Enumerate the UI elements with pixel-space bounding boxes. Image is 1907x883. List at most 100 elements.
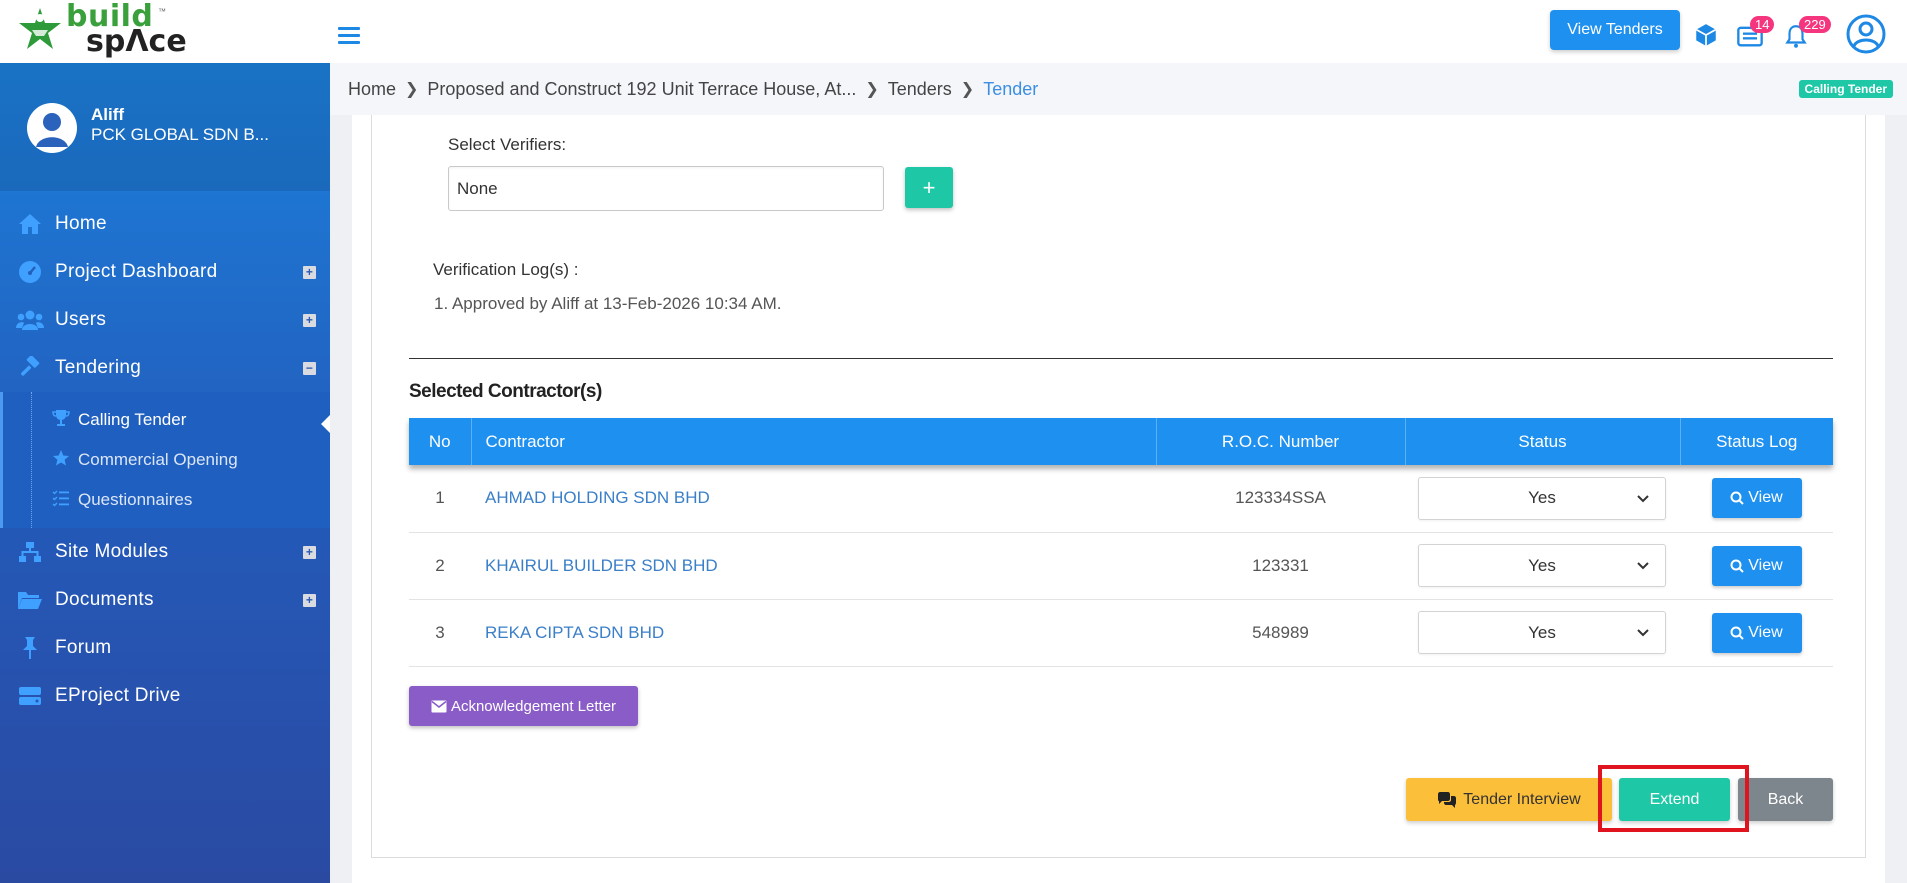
collapse-icon[interactable]: −: [303, 362, 316, 375]
add-verifier-button[interactable]: +: [905, 167, 953, 208]
column-header: R.O.C. Number: [1156, 418, 1406, 465]
table-header: No Contractor R.O.C. Number Status Statu…: [409, 418, 1833, 465]
sidebar-item-site-modules[interactable]: Site Modules +: [0, 528, 330, 576]
status-value: Yes: [1528, 622, 1556, 642]
roc-number: 548989: [1156, 599, 1405, 667]
sidebar-item-home[interactable]: Home: [0, 200, 330, 248]
user-company: PCK GLOBAL SDN B...: [91, 125, 269, 144]
search-icon: [1730, 626, 1745, 640]
messages-icon[interactable]: 14: [1736, 16, 1775, 50]
status-badge: Calling Tender: [1798, 80, 1893, 98]
back-button[interactable]: Back: [1738, 778, 1833, 821]
sidebar-item-label: Calling Tender: [78, 410, 187, 429]
status-select[interactable]: Yes: [1418, 611, 1666, 654]
expand-icon[interactable]: +: [303, 314, 316, 327]
button-label: View: [1748, 556, 1783, 574]
sidebar-item-forum[interactable]: Forum: [0, 624, 330, 672]
folder-icon: [16, 588, 44, 612]
sidebar: Aliff PCK GLOBAL SDN B... Home Project D…: [0, 63, 330, 883]
gavel-icon: [16, 356, 44, 380]
user-name: Aliff: [91, 105, 125, 124]
sidebar-item-label: Project Dashboard: [55, 261, 218, 282]
extend-button[interactable]: Extend: [1619, 778, 1730, 821]
contractor-link[interactable]: AHMAD HOLDING SDN BHD: [485, 488, 710, 507]
sidebar-item-documents[interactable]: Documents +: [0, 576, 330, 624]
status-select[interactable]: Yes: [1418, 476, 1666, 520]
divider: [409, 358, 1833, 359]
expand-icon[interactable]: +: [303, 546, 316, 559]
acknowledgement-letter-button[interactable]: Acknowledgement Letter: [409, 686, 638, 726]
chevron-right-icon: ❯: [865, 81, 879, 98]
view-status-log-button[interactable]: View: [1711, 478, 1802, 519]
contractor-link[interactable]: KHAIRUL BUILDER SDN BHD: [485, 556, 718, 575]
home-icon: [16, 212, 44, 236]
view-tenders-button[interactable]: View Tenders: [1550, 10, 1680, 50]
sidebar-item-eproject-drive[interactable]: EProject Drive: [0, 672, 330, 720]
roc-number: 123334SSA: [1156, 465, 1405, 533]
user-account-icon[interactable]: [1846, 14, 1886, 54]
verification-log-item: 1. Approved by Aliff at 13-Feb-2026 10:3…: [434, 294, 782, 313]
sidebar-item-tendering[interactable]: Tendering −: [0, 344, 330, 392]
sidebar-item-label: Tendering: [55, 357, 142, 378]
menu-toggle-icon[interactable]: [338, 27, 360, 45]
main-content: Select Verifiers: None + Verification Lo…: [352, 115, 1885, 883]
active-indicator: [321, 415, 330, 433]
sidebar-item-label: Questionnaires: [78, 490, 193, 509]
star-icon: [51, 449, 71, 472]
button-label: Tender Interview: [1463, 790, 1581, 808]
sitemap-icon: [16, 540, 44, 564]
dashboard-icon: [16, 260, 44, 284]
sidebar-item-users[interactable]: Users +: [0, 296, 330, 344]
drive-icon: [16, 684, 44, 708]
buildspace-logo[interactable]: build spΛce ™: [18, 2, 187, 58]
tendering-submenu: Calling Tender Commercial Opening Questi…: [0, 392, 330, 528]
view-status-log-button[interactable]: View: [1711, 545, 1802, 586]
trophy-icon: [51, 409, 71, 432]
bell-icon[interactable]: 229: [1783, 16, 1831, 50]
expand-icon[interactable]: +: [303, 266, 316, 279]
status-select[interactable]: Yes: [1418, 544, 1666, 587]
cube-icon[interactable]: [1693, 22, 1721, 50]
sidebar-item-questionnaires[interactable]: Questionnaires: [3, 480, 330, 520]
sidebar-item-project-dashboard[interactable]: Project Dashboard +: [0, 248, 330, 296]
star-logo-icon: [19, 8, 61, 49]
sidebar-item-commercial-opening[interactable]: Commercial Opening: [3, 440, 330, 480]
breadcrumb-tenders[interactable]: Tenders: [888, 79, 952, 100]
chevron-right-icon: ❯: [960, 81, 975, 98]
row-number: 3: [409, 599, 471, 667]
status-value: Yes: [1528, 555, 1556, 575]
checklist-icon: [51, 489, 71, 512]
view-status-log-button[interactable]: View: [1711, 612, 1802, 653]
expand-icon[interactable]: +: [303, 594, 316, 607]
verifiers-select[interactable]: None: [448, 166, 884, 211]
column-header: No: [409, 418, 472, 465]
sidebar-item-label: Forum: [55, 637, 112, 658]
roc-number: 123331: [1156, 532, 1405, 600]
trademark: ™: [158, 7, 166, 16]
table-row: 1 AHMAD HOLDING SDN BHD 123334SSA Yes Vi…: [409, 465, 1833, 533]
pin-icon: [16, 636, 44, 660]
button-label: Acknowledgement Letter: [450, 697, 617, 715]
contractors-table: No Contractor R.O.C. Number Status Statu…: [409, 418, 1833, 667]
verification-log-title: Verification Log(s) :: [433, 260, 579, 279]
comments-icon: [1438, 791, 1457, 808]
column-header: Contractor: [471, 418, 1157, 465]
contractor-link[interactable]: REKA CIPTA SDN BHD: [485, 623, 664, 642]
button-label: View: [1748, 623, 1783, 641]
column-header: Status: [1405, 418, 1681, 465]
notifications-badge: 229: [1799, 16, 1831, 33]
breadcrumb-home[interactable]: Home: [348, 79, 396, 100]
sidebar-item-label: Users: [55, 309, 107, 330]
sidebar-item-calling-tender[interactable]: Calling Tender: [3, 400, 330, 440]
sidebar-item-label: Commercial Opening: [78, 450, 238, 469]
chevron-down-icon: [1637, 562, 1649, 570]
sidebar-item-label: Documents: [55, 589, 154, 610]
breadcrumb-project[interactable]: Proposed and Construct 192 Unit Terrace …: [427, 79, 856, 100]
top-header: build spΛce ™ View Tenders 14 229: [0, 0, 1907, 63]
row-number: 1: [409, 465, 471, 533]
table-row: 3 REKA CIPTA SDN BHD 548989 Yes View: [409, 599, 1833, 667]
chevron-down-icon: [1637, 629, 1649, 637]
search-icon: [1730, 491, 1745, 505]
tender-interview-button[interactable]: Tender Interview: [1406, 778, 1612, 821]
avatar[interactable]: [27, 103, 77, 153]
